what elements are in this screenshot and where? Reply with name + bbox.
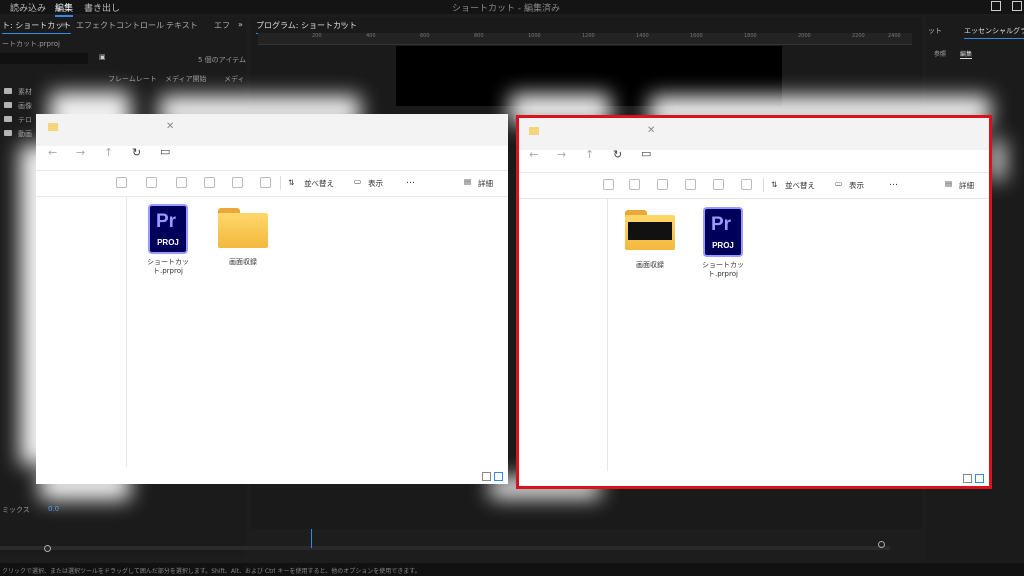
up-arrow-icon[interactable]: ↑ (104, 146, 113, 159)
ruler-tick: 2000 (798, 33, 811, 39)
ruler-tick: 2400 (888, 33, 901, 39)
refresh-icon[interactable]: ↻ (132, 146, 141, 159)
nav-export[interactable]: 書き出し (84, 1, 120, 14)
share-icon[interactable] (1012, 1, 1022, 11)
back-arrow-icon[interactable]: ← (48, 146, 57, 159)
highlight-frame (516, 115, 992, 489)
separator (280, 176, 281, 190)
forward-arrow-icon[interactable]: → (76, 146, 85, 159)
subtab-browse[interactable]: 参照 (934, 49, 946, 58)
details-pane-icon[interactable]: ▤ (464, 177, 471, 186)
view-button[interactable]: 表示 (368, 178, 383, 189)
status-bar: クリックで選択、または選択ツールをドラッグして囲んだ部分を選択します。Shift… (0, 563, 1024, 576)
project-search-input[interactable] (0, 53, 88, 64)
view-icon[interactable]: ▭ (354, 177, 361, 186)
bin-icon (4, 116, 12, 122)
project-path: ートカット.prproj (2, 40, 60, 48)
workspace-icon[interactable] (991, 1, 1001, 11)
premiere-project-file-icon[interactable]: Pr PROJ (148, 204, 188, 254)
share-icon[interactable] (232, 177, 243, 188)
window-titlebar: ✕ (36, 114, 508, 146)
tab-text[interactable]: テキスト (166, 20, 198, 31)
top-bar: 読み込み 編集 書き出し ショートカット - 編集済み (0, 0, 1024, 17)
bin-icon (4, 88, 12, 94)
file-name[interactable]: ショートカット.prproj (140, 258, 196, 276)
tab-effect-controls[interactable]: エフェクトコントロール (76, 20, 164, 31)
subtab-edit[interactable]: 編集 (960, 49, 973, 59)
tab-more[interactable]: エフ (214, 20, 230, 31)
ruler-tick: 200 (312, 33, 322, 39)
close-tab-icon[interactable]: ✕ (166, 121, 174, 132)
bin-label[interactable]: 動画 (18, 129, 32, 139)
folder-name[interactable]: 画面収録 (212, 258, 274, 267)
details-button[interactable]: 詳細 (478, 178, 493, 189)
proj-badge: PROJ (157, 238, 179, 247)
timeline-scrollbar[interactable] (0, 546, 890, 550)
ruler-tick: 800 (474, 33, 484, 39)
ruler-tick: 600 (420, 33, 430, 39)
expand-icon[interactable]: » (238, 20, 243, 29)
explorer-window-left: ✕ ← → ↑ ↻ ▭ ⇅ 並べ替え ▭ 表示 … ▤ 詳細 Pr PROJ シ… (36, 114, 508, 484)
mix-label: ミックス (2, 506, 30, 514)
details-view-icon[interactable] (482, 472, 491, 481)
tab-shortcut[interactable]: ット (928, 26, 942, 36)
cut-icon[interactable] (116, 177, 127, 188)
bin-label[interactable]: テロ (18, 115, 32, 125)
ruler-tick: 1200 (582, 33, 595, 39)
column-media-start[interactable]: メディア開始 (165, 74, 207, 84)
scroll-handle-icon[interactable] (44, 545, 51, 552)
bin-label[interactable]: 素材 (18, 87, 32, 97)
ruler-tick: 2200 (852, 33, 865, 39)
nav-edit[interactable]: 編集 (55, 1, 74, 17)
sort-icon[interactable]: ⇅ (288, 178, 294, 187)
mix-value[interactable]: 0.0 (48, 505, 59, 513)
delete-icon[interactable] (260, 177, 271, 188)
large-icons-view-icon[interactable] (494, 472, 503, 481)
scroll-handle-icon[interactable] (878, 541, 885, 548)
project-tabs: ト: ショートカット ≡ エフェクトコントロール テキスト エフ » (0, 17, 246, 34)
tab-essential-graphics[interactable]: エッセンシャルグラフ (964, 26, 1024, 39)
tab-menu-icon[interactable]: ≡ (60, 20, 67, 29)
folder-icon[interactable] (218, 208, 268, 248)
nav-import[interactable]: 読み込み (10, 1, 46, 14)
more-button[interactable]: … (406, 176, 415, 186)
folder-body (218, 213, 268, 248)
menu-icon[interactable]: ≡ (340, 19, 347, 28)
divider (36, 196, 508, 197)
desktop-icon[interactable]: ▭ (160, 145, 170, 158)
bin-icon (4, 130, 12, 136)
bin-label[interactable]: 画像 (18, 101, 32, 111)
paste-icon[interactable] (176, 177, 187, 188)
sort-button[interactable]: 並べ替え (304, 178, 334, 189)
blur-overlay (990, 140, 1004, 180)
rename-icon[interactable] (204, 177, 215, 188)
item-count: 5 個のアイテム (198, 56, 246, 64)
divider (36, 170, 508, 171)
folder-tab-icon (48, 123, 58, 131)
column-media[interactable]: メディ (224, 74, 245, 84)
ruler-tick: 1800 (744, 33, 757, 39)
copy-icon[interactable] (146, 177, 157, 188)
document-title: ショートカット - 編集済み (452, 4, 560, 14)
pr-badge: Pr (156, 211, 177, 232)
bin-icon (4, 102, 12, 108)
pixel-ruler: 200 400 600 800 1000 1200 1400 1600 1800… (258, 33, 912, 45)
ruler-tick: 400 (366, 33, 376, 39)
status-text: クリックで選択、または選択ツールをドラッグして囲んだ部分を選択します。Shift… (2, 568, 421, 575)
ruler-tick: 1400 (636, 33, 649, 39)
ruler-tick: 1000 (528, 33, 541, 39)
column-frame-rate[interactable]: フレームレート (108, 74, 157, 84)
ruler-tick: 1600 (690, 33, 703, 39)
new-bin-icon[interactable]: ▣ (99, 53, 106, 61)
nav-pane-divider (126, 197, 127, 467)
